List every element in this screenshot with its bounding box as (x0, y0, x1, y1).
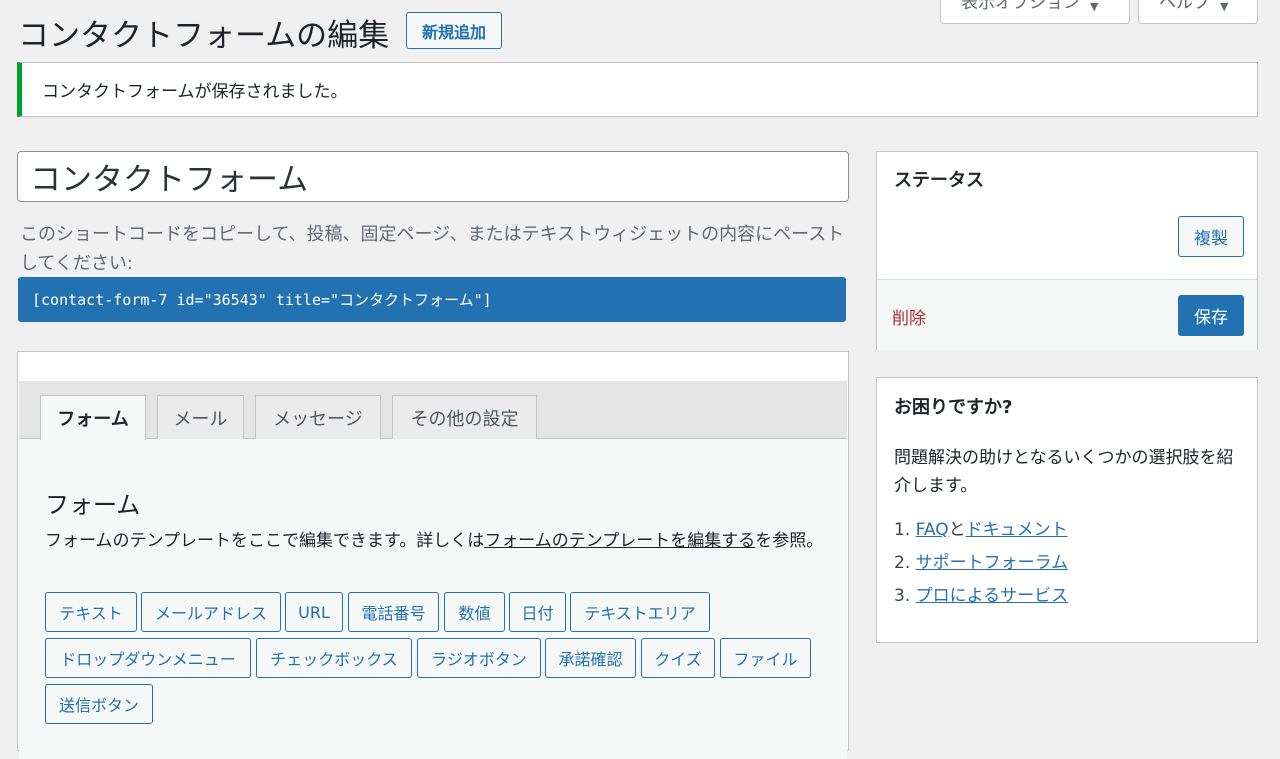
list-number: 3. (894, 586, 911, 606)
tag-button-tel[interactable]: 電話番号 (348, 592, 439, 632)
tag-button-file[interactable]: ファイル (720, 638, 811, 678)
add-new-button[interactable]: 新規追加 (406, 12, 502, 49)
help-links-list: 1. FAQとドキュメント 2. サポートフォーラム 3. プロによるサービス (894, 516, 1068, 615)
help-description: 問題解決の助けとなるいくつかの選択肢を紹介します。 (894, 448, 1234, 496)
docs-link[interactable]: ドキュメント (966, 520, 1068, 540)
contact-form-editor: フォーム メール メッセージ その他の設定 フォーム フォームのテンプレートをこ… (17, 351, 849, 759)
faq-link[interactable]: FAQ (916, 520, 949, 540)
pro-services-link[interactable]: プロによるサービス (916, 586, 1069, 606)
delete-link[interactable]: 削除 (892, 304, 926, 329)
tag-button-text[interactable]: テキスト (45, 592, 137, 632)
status-title: ステータス (894, 170, 984, 191)
help-title: お困りですか? (894, 397, 1013, 418)
tag-button-date[interactable]: 日付 (509, 592, 566, 632)
status-actions: 削除 保存 (877, 279, 1257, 350)
help-box: お困りですか? 問題解決の助けとなるいくつかの選択肢を紹介します。 1. FAQ… (876, 377, 1258, 643)
tag-button-checkbox[interactable]: チェックボックス (256, 638, 412, 678)
page-title: コンタクトフォームの編集 (18, 18, 390, 54)
editor-tabs: フォーム メール メッセージ その他の設定 (19, 381, 847, 440)
tab-messages[interactable]: メッセージ (255, 395, 381, 439)
tag-button-select[interactable]: ドロップダウンメニュー (45, 638, 251, 678)
desc-text-before: フォームのテンプレートをここで編集できます。詳しくは (45, 531, 485, 551)
section-description: フォームのテンプレートをここで編集できます。詳しくはフォームのテンプレートを編集… (45, 527, 825, 555)
caret-down-icon: ▼ (1220, 0, 1229, 13)
notice-text: コンタクトフォームが保存されました。 (42, 82, 348, 102)
list-item: 2. サポートフォーラム (894, 549, 1068, 582)
list-number: 1. (894, 520, 911, 540)
shortcode-field[interactable]: [contact-form-7 id="36543" title="コンタクトフ… (18, 277, 846, 322)
caret-down-icon: ▼ (1090, 0, 1099, 13)
section-title: フォーム (45, 491, 141, 519)
tag-button-url[interactable]: URL (285, 592, 343, 632)
form-tab-panel: フォーム フォームのテンプレートをここで編集できます。詳しくはフォームのテンプレ… (19, 439, 847, 759)
tab-mail[interactable]: メール (157, 395, 244, 439)
screen-options-label: 表示オプション (961, 0, 1080, 13)
success-notice: コンタクトフォームが保存されました。 (17, 62, 1258, 117)
tag-button-acceptance[interactable]: 承諾確認 (545, 638, 636, 678)
list-item: 3. プロによるサービス (894, 582, 1068, 615)
form-title-input[interactable]: コンタクトフォーム (17, 151, 849, 202)
save-button[interactable]: 保存 (1178, 295, 1244, 336)
tag-button-quiz[interactable]: クイズ (641, 638, 715, 678)
screen-meta-links: 表示オプション ▼ ヘルプ ▼ (940, 0, 1258, 24)
tag-button-radio[interactable]: ラジオボタン (417, 638, 541, 678)
list-number: 2. (894, 553, 911, 573)
tab-additional-settings[interactable]: その他の設定 (392, 395, 537, 439)
status-box: ステータス 複製 削除 保存 (876, 151, 1258, 350)
list-item: 1. FAQとドキュメント (894, 516, 1068, 549)
tag-button-submit[interactable]: 送信ボタン (45, 684, 153, 724)
help-button[interactable]: ヘルプ ▼ (1138, 0, 1258, 24)
desc-text-after: を参照。 (755, 531, 824, 551)
tag-button-email[interactable]: メールアドレス (141, 592, 281, 632)
shortcode-description: このショートコードをコピーして、投稿、固定ページ、またはテキストウィジェットの内… (20, 224, 845, 274)
tag-button-number[interactable]: 数値 (444, 592, 505, 632)
support-forum-link[interactable]: サポートフォーラム (916, 553, 1069, 573)
tab-form[interactable]: フォーム (40, 395, 146, 440)
screen-options-button[interactable]: 表示オプション ▼ (940, 0, 1130, 24)
help-label: ヘルプ (1159, 0, 1210, 13)
form-template-link[interactable]: フォームのテンプレートを編集する (484, 531, 755, 551)
duplicate-button[interactable]: 複製 (1178, 216, 1244, 257)
tag-button-textarea[interactable]: テキストエリア (570, 592, 710, 632)
list-joiner: と (948, 520, 966, 540)
